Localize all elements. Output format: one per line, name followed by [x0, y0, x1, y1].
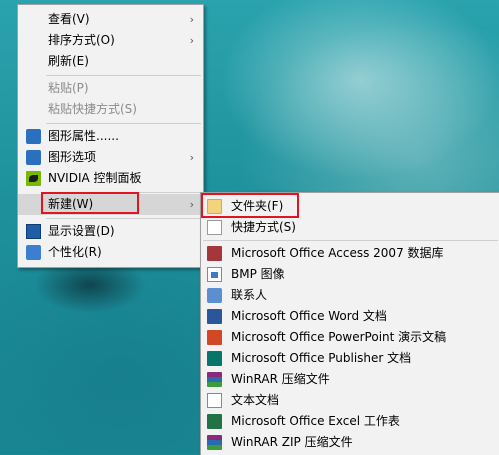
menu-item-label: Microsoft Office Publisher 文档 — [231, 351, 412, 365]
menu-item-label: 排序方式(O) — [48, 33, 115, 47]
menu-item-personalize[interactable]: 个性化(R) — [18, 242, 203, 263]
desktop-context-menu: 查看(V) › 排序方式(O) › 刷新(E) 粘贴(P) 粘贴快捷方式(S) … — [17, 4, 204, 268]
winrar-icon — [207, 372, 222, 387]
submenu-item-publisher[interactable]: Microsoft Office Publisher 文档 — [201, 348, 499, 369]
text-document-icon — [207, 393, 222, 408]
menu-separator — [46, 123, 201, 124]
new-submenu: 文件夹(F) 快捷方式(S) Microsoft Office Access 2… — [200, 192, 499, 455]
submenu-item-contact[interactable]: 联系人 — [201, 285, 499, 306]
menu-item-graphics-options[interactable]: 图形选项 › — [18, 147, 203, 168]
submenu-item-word-document[interactable]: Microsoft Office Word 文档 — [201, 306, 499, 327]
submenu-item-access-database[interactable]: Microsoft Office Access 2007 数据库 — [201, 243, 499, 264]
bmp-image-icon — [207, 267, 222, 282]
submenu-item-winrar-zip[interactable]: WinRAR ZIP 压缩文件 — [201, 432, 499, 453]
menu-item-label: 文本文档 — [231, 393, 280, 407]
menu-separator — [46, 75, 201, 76]
menu-item-label: Microsoft Office PowerPoint 演示文稿 — [231, 330, 447, 344]
menu-item-label: 个性化(R) — [48, 245, 102, 259]
menu-item-label: 快捷方式(S) — [231, 220, 296, 234]
excel-icon — [207, 414, 222, 429]
powerpoint-icon — [207, 330, 222, 345]
menu-item-sort-by[interactable]: 排序方式(O) › — [18, 30, 203, 51]
chevron-right-icon: › — [189, 198, 194, 211]
menu-item-paste[interactable]: 粘贴(P) — [18, 78, 203, 99]
menu-item-label: Microsoft Office Access 2007 数据库 — [231, 246, 444, 260]
nvidia-icon — [26, 171, 41, 186]
menu-item-label: 粘贴快捷方式(S) — [48, 102, 137, 116]
submenu-item-winrar-archive[interactable]: WinRAR 压缩文件 — [201, 369, 499, 390]
menu-item-label: WinRAR ZIP 压缩文件 — [231, 435, 353, 449]
publisher-icon — [207, 351, 222, 366]
chevron-right-icon: › — [189, 151, 194, 164]
highlight-box-new — [41, 192, 139, 214]
menu-item-label: 图形属性...... — [48, 129, 119, 143]
menu-item-display-settings[interactable]: 显示设置(D) — [18, 221, 203, 242]
submenu-item-bmp-image[interactable]: BMP 图像 — [201, 264, 499, 285]
word-icon — [207, 309, 222, 324]
submenu-item-shortcut[interactable]: 快捷方式(S) — [201, 217, 499, 238]
menu-item-label: Microsoft Office Word 文档 — [231, 309, 387, 323]
highlight-box-folder — [201, 193, 299, 218]
submenu-item-excel-worksheet[interactable]: Microsoft Office Excel 工作表 — [201, 411, 499, 432]
menu-item-view[interactable]: 查看(V) › — [18, 9, 203, 30]
menu-item-nvidia-control-panel[interactable]: NVIDIA 控制面板 — [18, 168, 203, 189]
submenu-item-text-document[interactable]: 文本文档 — [201, 390, 499, 411]
access-icon — [207, 246, 222, 261]
graphics-icon — [26, 129, 41, 144]
menu-item-refresh[interactable]: 刷新(E) — [18, 51, 203, 72]
menu-item-label: 联系人 — [231, 288, 268, 302]
contact-icon — [207, 288, 222, 303]
display-settings-icon — [26, 224, 41, 239]
personalize-icon — [26, 245, 41, 260]
chevron-right-icon: › — [189, 13, 194, 26]
menu-item-label: 显示设置(D) — [48, 224, 115, 238]
menu-item-label: 刷新(E) — [48, 54, 89, 68]
shortcut-icon — [207, 220, 222, 235]
menu-item-label: BMP 图像 — [231, 267, 285, 281]
menu-item-label: 查看(V) — [48, 12, 90, 26]
menu-separator — [203, 240, 498, 241]
menu-item-label: Microsoft Office Excel 工作表 — [231, 414, 400, 428]
chevron-right-icon: › — [189, 34, 194, 47]
graphics-options-icon — [26, 150, 41, 165]
menu-item-label: WinRAR 压缩文件 — [231, 372, 330, 386]
menu-item-paste-shortcut[interactable]: 粘贴快捷方式(S) — [18, 99, 203, 120]
winrar-zip-icon — [207, 435, 222, 450]
menu-item-label: 粘贴(P) — [48, 81, 89, 95]
menu-item-label: NVIDIA 控制面板 — [48, 171, 142, 185]
menu-item-graphics-properties[interactable]: 图形属性...... — [18, 126, 203, 147]
submenu-item-powerpoint[interactable]: Microsoft Office PowerPoint 演示文稿 — [201, 327, 499, 348]
menu-separator — [46, 218, 201, 219]
menu-item-label: 图形选项 — [48, 150, 97, 164]
